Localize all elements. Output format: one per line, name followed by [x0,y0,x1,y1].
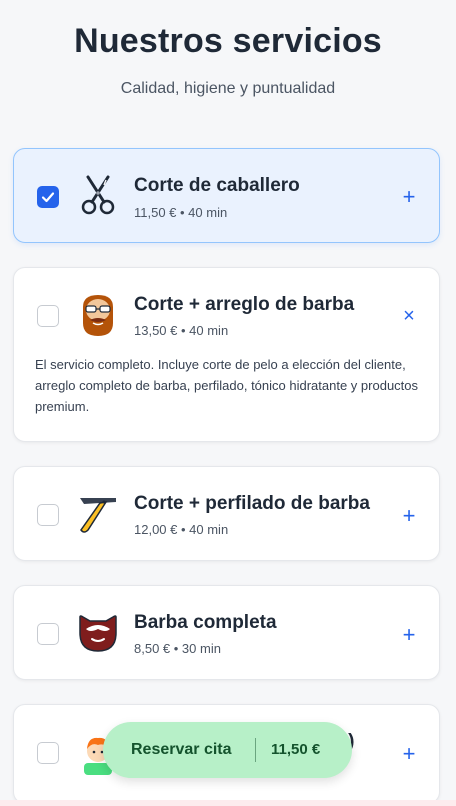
service-checkbox[interactable] [37,186,59,208]
service-name: Corte + arreglo de barba [134,294,355,315]
service-card-corte-perfilado-barba[interactable]: Corte + perfilado de barba 12,00 € • 40 … [13,466,440,561]
service-name: Barba completa [134,612,277,633]
expand-toggle-icon[interactable]: + [398,743,420,765]
expand-toggle-icon[interactable]: + [398,505,420,527]
page-title: Nuestros servicios [74,22,382,60]
expand-toggle-icon[interactable]: + [398,624,420,646]
service-checkbox[interactable] [37,623,59,645]
scissors-icon [81,175,115,215]
bearded-man-icon [83,295,113,336]
service-name: Corte + perfilado de barba [134,493,370,514]
service-checkbox[interactable] [37,305,59,327]
service-description: El servicio completo. Incluye corte de p… [35,357,419,414]
service-card-corte-caballero[interactable]: Corte de caballero 11,50 € • 40 min + [13,148,440,243]
collapse-toggle-icon[interactable]: × [398,305,420,327]
book-appointment-button[interactable]: Reservar cita 11,50 € [103,722,352,778]
book-appointment-label: Reservar cita [131,741,232,758]
service-card-barba-completa[interactable]: Barba completa 8,50 € • 30 min + [13,585,440,680]
expand-toggle-icon[interactable]: + [398,186,420,208]
service-checkbox[interactable] [37,504,59,526]
service-checkbox[interactable] [37,742,59,764]
divider [255,738,256,762]
beard-mustache-icon [79,615,117,652]
straight-razor-icon [80,498,116,533]
page-subtitle: Calidad, higiene y puntualidad [120,80,336,97]
booking-total-price: 11,50 € [271,741,321,758]
service-price-duration: 11,50 € • 40 min [134,205,228,220]
service-card-corte-arreglo-barba[interactable]: Corte + arreglo de barba 13,50 € • 40 mi… [13,267,440,442]
service-name: Corte de caballero [134,175,300,196]
bottom-edge-strip [0,800,456,806]
service-price-duration: 8,50 € • 30 min [134,641,221,656]
service-price-duration: 13,50 € • 40 min [134,323,229,338]
service-price-duration: 12,00 € • 40 min [134,522,229,537]
